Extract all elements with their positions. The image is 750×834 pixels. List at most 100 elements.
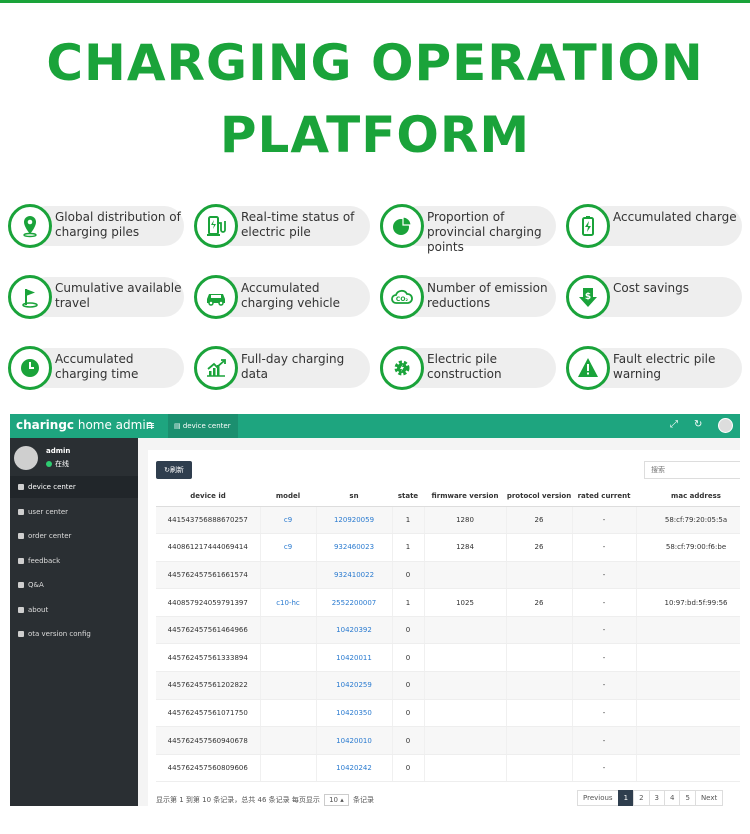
table-cell[interactable]: 10420010 (316, 726, 393, 755)
refresh-button[interactable]: ↻刷新 (156, 461, 192, 479)
table-cell: 26 (506, 533, 573, 562)
table-row[interactable]: 445762457561071750 10420350 0 - (156, 699, 740, 728)
refresh-icon[interactable]: ↻ (694, 419, 702, 430)
table-row[interactable]: 445762457560809606 10420242 0 - (156, 754, 740, 783)
sidebar-item-ota-version-config[interactable]: ota version config (10, 623, 138, 645)
sidebar-item-label: about (28, 605, 49, 614)
table-row[interactable]: 440861217444069414 c9 932460023 1 1284 26-58:… (156, 533, 740, 562)
table-cell: 0 (392, 671, 425, 700)
table-row[interactable]: 445762457561333894 10420011 0 - (156, 643, 740, 673)
table-cell: - (572, 643, 637, 673)
table-cell: 445762457561202822 (156, 671, 261, 700)
table-footer: 显示第 1 到第 10 条记录，总共 46 条记录 每页显示 10 ▴ 条记录 (156, 794, 374, 806)
expand-icon[interactable]: ⤢ (670, 419, 678, 430)
table-cell[interactable]: c9 (260, 533, 317, 562)
table-cell (424, 561, 507, 590)
column-header[interactable]: rated current (572, 486, 636, 507)
table-cell (424, 726, 507, 755)
page-link[interactable]: 2 (633, 790, 650, 806)
column-header[interactable]: firmware version (424, 486, 506, 507)
table-cell (260, 616, 317, 645)
table-cell[interactable]: 120920059 (316, 506, 393, 535)
sidebar-item-device-center[interactable]: device center (10, 476, 138, 498)
table-cell[interactable]: 10420259 (316, 671, 393, 700)
table-cell[interactable]: 2552200007 (316, 588, 393, 617)
gear-icon (380, 346, 424, 390)
page-link[interactable]: 5 (679, 790, 696, 806)
table-cell: 445762457561071750 (156, 699, 261, 728)
table-cell (424, 754, 507, 783)
sidebar-item-label: order center (28, 532, 72, 540)
menu-icon[interactable]: ≡ (146, 419, 155, 432)
table-cell: - (572, 561, 637, 590)
table-cell (424, 671, 507, 700)
column-header[interactable]: model (260, 486, 316, 507)
sidebar-item-q-a[interactable]: Q&A (10, 574, 138, 596)
admin-screenshot: charingc home admin ≡ ▤ device center ⤢ … (10, 414, 740, 806)
refresh-label: 刷新 (169, 466, 184, 474)
table-cell (636, 699, 740, 728)
column-header[interactable]: sn (316, 486, 392, 507)
table-row[interactable]: 445762457561661574 932410022 0 - (156, 561, 740, 590)
feature-label: Accumulated charging vehicle (241, 281, 341, 310)
table-cell[interactable]: 932410022 (316, 561, 393, 590)
flag-icon (8, 275, 52, 319)
menu-item-icon (18, 557, 24, 564)
table-cell[interactable]: 10420242 (316, 754, 393, 783)
sidebar-item-about[interactable]: about (10, 599, 138, 621)
search-input[interactable] (644, 461, 740, 479)
table-cell[interactable]: 10420392 (316, 616, 393, 645)
feature-item: Global distribution of charging piles (8, 204, 184, 248)
table-cell (636, 726, 740, 755)
table-cell: - (572, 726, 637, 755)
admin-brand[interactable]: charingc home admin (16, 418, 153, 432)
sidebar-item-order-center[interactable]: order center (10, 525, 138, 547)
column-header[interactable]: protocol version (506, 486, 572, 507)
table-row[interactable]: 445762457560940678 10420010 0 - (156, 726, 740, 755)
warning-icon (566, 346, 610, 390)
user-avatar (14, 446, 38, 470)
page-link[interactable]: Next (694, 790, 724, 806)
column-header[interactable]: device id (156, 486, 260, 507)
table-cell: 0 (392, 616, 425, 645)
table-cell (260, 699, 317, 728)
table-cell[interactable]: c10-hc (260, 588, 317, 617)
table-cell (506, 643, 573, 673)
table-cell[interactable]: 932460023 (316, 533, 393, 562)
table-cell[interactable]: 10420011 (316, 643, 393, 673)
svg-text:CO₂: CO₂ (396, 296, 409, 303)
table-row[interactable]: 441543756888670257 c9 120920059 1 1280 26-58:… (156, 506, 740, 535)
page-link[interactable]: 4 (664, 790, 681, 806)
sidebar-item-label: user center (28, 507, 69, 516)
page-link[interactable]: Previous (577, 790, 619, 806)
table-cell (636, 561, 740, 590)
feature-label: Global distribution of charging piles (55, 210, 181, 239)
column-header[interactable]: state (392, 486, 424, 507)
table-cell[interactable]: c9 (260, 506, 317, 535)
page-link[interactable]: 1 (617, 790, 635, 806)
table-row[interactable]: 445762457561464966 10420392 0 - (156, 616, 740, 645)
page-size-select[interactable]: 10 ▴ (324, 794, 349, 806)
tab-device-center[interactable]: ▤ device center (168, 414, 238, 438)
column-header[interactable]: mac address (636, 486, 740, 507)
table-cell[interactable]: 10420350 (316, 699, 393, 728)
feature-item: Proportion of provincial charging points (380, 204, 556, 254)
table-row[interactable]: 440857924059791397 c10-hc 2552200007 1 1025 2… (156, 588, 740, 617)
page-link[interactable]: 3 (648, 790, 665, 806)
feature-label: Full-day charging data (241, 352, 345, 381)
table-cell: - (572, 671, 637, 700)
table-cell: 1284 (424, 533, 507, 562)
avatar[interactable] (718, 418, 733, 433)
sidebar-item-user-center[interactable]: user center (10, 501, 138, 523)
brand-bold: charingc (16, 418, 75, 432)
co2-cloud-icon: CO₂ (380, 275, 424, 319)
table-row[interactable]: 445762457561202822 10420259 0 - (156, 671, 740, 700)
admin-sidebar: admin 在线 device center user center order c… (10, 438, 138, 806)
page-title-line-2: PLATFORM (219, 106, 531, 164)
feature-item: Accumulated charging time (8, 346, 184, 390)
feature-label: Accumulated charge (613, 210, 737, 224)
feature-item: Real-time status of electric pile (194, 204, 370, 248)
table-cell: 0 (392, 561, 425, 590)
sidebar-item-feedback[interactable]: feedback (10, 550, 138, 572)
dollar-down-icon: $ (566, 275, 610, 319)
